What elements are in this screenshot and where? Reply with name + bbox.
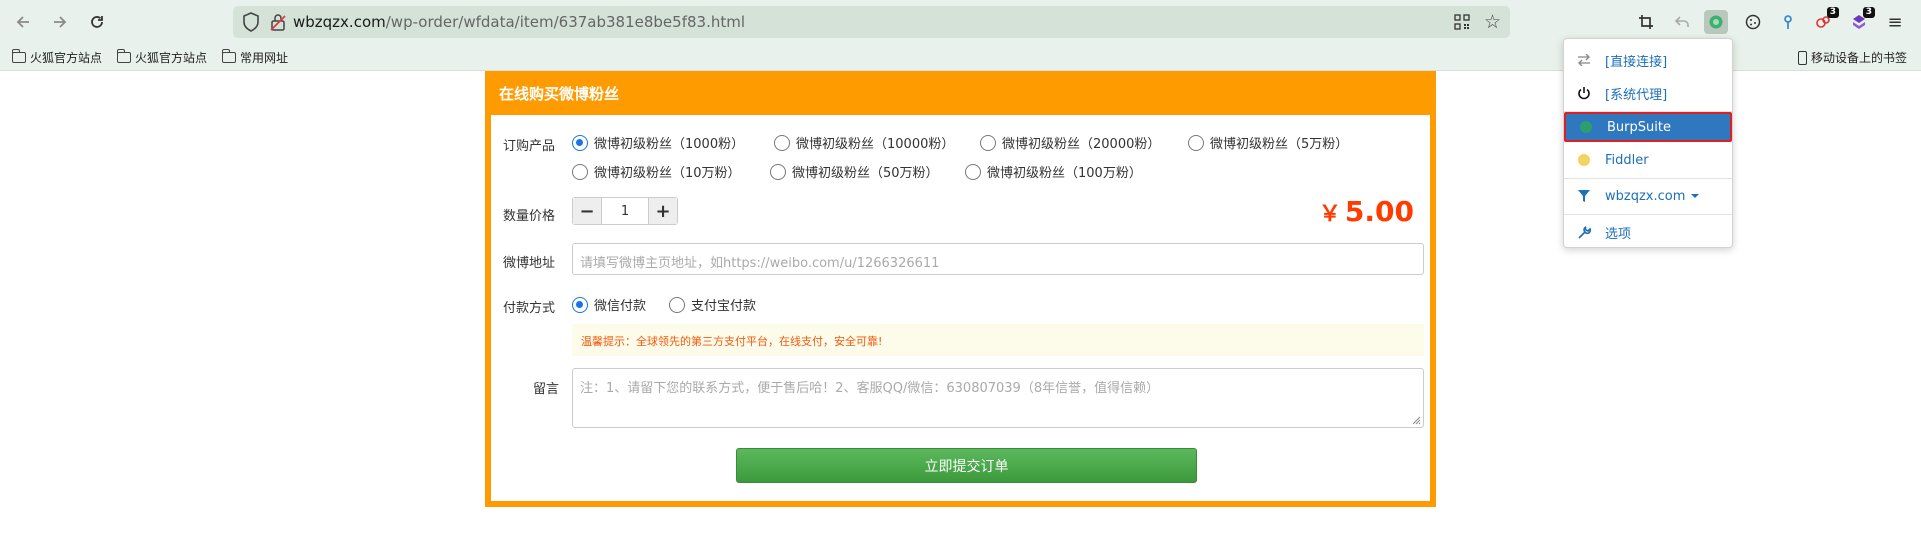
burpsuite-globe-icon <box>1577 121 1595 133</box>
address-bar[interactable]: wbzqzx.com/wp-order/wfdata/item/637ab381… <box>233 6 1510 38</box>
extension-red-icon[interactable]: 3 <box>1811 7 1839 34</box>
location-pin-icon[interactable] <box>1776 10 1800 34</box>
product-option-50w[interactable]: 微博初级粉丝（50万粉） <box>770 162 939 181</box>
qr-code-icon[interactable] <box>1454 14 1470 30</box>
menu-item-burpsuite[interactable]: BurpSuite <box>1564 112 1732 142</box>
message-label: 留言 <box>533 382 560 397</box>
undo-icon[interactable] <box>1670 10 1694 34</box>
radio[interactable] <box>572 163 588 180</box>
payment-tip: 温馨提示：全球领先的第三方支付平台，在线支付，安全可靠! <box>572 324 1424 356</box>
radio[interactable] <box>770 163 786 180</box>
menu-item-direct[interactable]: [直接连接] <box>1564 45 1732 75</box>
quantity-label: 数量价格 <box>503 209 556 224</box>
product-option-10000[interactable]: 微博初级粉丝（10000粉） <box>774 133 954 152</box>
mobile-bookmarks-label: 移动设备上的书签 <box>1811 51 1908 65</box>
menu-item-fiddler[interactable]: Fiddler <box>1564 145 1732 175</box>
submit-order-button[interactable]: 立即提交订单 <box>736 448 1197 483</box>
bookmark-label: 常用网址 <box>240 51 289 65</box>
weibo-address-input[interactable]: 请填写微博主页地址，如https://weibo.com/u/126632661… <box>572 243 1424 275</box>
extension-purple-icon[interactable]: 3 <box>1847 7 1875 34</box>
menu-separator <box>1564 178 1732 179</box>
quantity-stepper: − 1 + <box>572 197 678 225</box>
folder-icon <box>117 49 131 63</box>
radio-checked[interactable] <box>572 296 588 313</box>
extension-purple-badge: 3 <box>1862 7 1875 18</box>
product-option-100w[interactable]: 微博初级粉丝（100万粉） <box>965 162 1142 181</box>
reload-icon[interactable] <box>84 9 110 35</box>
screenshot-crop-icon[interactable] <box>1634 10 1658 34</box>
fiddler-globe-icon <box>1575 154 1593 166</box>
radio[interactable] <box>774 134 790 151</box>
product-label: 订购产品 <box>503 139 556 154</box>
quantity-input[interactable]: 1 <box>601 198 649 224</box>
url-text[interactable]: wbzqzx.com/wp-order/wfdata/item/637ab381… <box>293 13 745 31</box>
folder-icon <box>12 49 26 63</box>
proxy-dropdown-menu: [直接连接] [系统代理] BurpSuite Fiddler wbzqzx.c… <box>1563 38 1733 248</box>
increment-button[interactable]: + <box>649 198 677 224</box>
product-option-20000[interactable]: 微博初级粉丝（20000粉） <box>980 133 1160 152</box>
payment-wechat[interactable]: 微信付款 <box>572 295 646 314</box>
decrement-button[interactable]: − <box>573 198 601 224</box>
bookmark-star-icon[interactable]: ☆ <box>1484 11 1501 33</box>
menu-item-site-filter[interactable]: wbzqzx.com <box>1564 181 1732 211</box>
bookmark-folder-2[interactable]: 火狐官方站点 <box>117 49 207 66</box>
price-display: ￥ 5.00 <box>1319 195 1414 228</box>
menu-item-options[interactable]: 选项 <box>1564 217 1732 247</box>
filter-funnel-icon <box>1575 190 1593 202</box>
product-option-5w[interactable]: 微博初级粉丝（5万粉） <box>1188 133 1348 152</box>
forward-icon[interactable] <box>47 9 73 35</box>
product-option-1000[interactable]: 微博初级粉丝（1000粉） <box>572 133 744 152</box>
order-form: 在线购买微博粉丝 订购产品 微博初级粉丝（1000粉） 微博初级粉丝（10000… <box>485 71 1436 507</box>
proxy-switcher-icon[interactable] <box>1704 10 1728 34</box>
address-label: 微博地址 <box>503 256 556 271</box>
hamburger-menu-icon[interactable]: ≡ <box>1883 10 1907 34</box>
product-option-10w[interactable]: 微博初级粉丝（10万粉） <box>572 162 741 181</box>
direct-connection-icon <box>1575 54 1593 66</box>
back-icon[interactable] <box>10 9 36 35</box>
extension-red-badge: 3 <box>1826 7 1839 18</box>
message-placeholder: 注：1、请留下您的联系方式，便于售后哈！2、客服QQ/微信：630807039（… <box>580 381 1160 396</box>
form-title: 在线购买微博粉丝 <box>491 71 1430 115</box>
payment-alipay[interactable]: 支付宝付款 <box>669 295 756 314</box>
bookmark-label: 火狐官方站点 <box>30 51 103 65</box>
price-amount: 5.00 <box>1344 195 1414 228</box>
power-icon <box>1575 86 1593 100</box>
bookmark-label: 火狐官方站点 <box>135 51 208 65</box>
mobile-bookmarks[interactable]: 移动设备上的书签 <box>1798 49 1907 66</box>
bookmark-folder-1[interactable]: 火狐官方站点 <box>12 49 102 66</box>
folder-icon <box>222 49 236 63</box>
menu-item-system-proxy[interactable]: [系统代理] <box>1564 78 1732 108</box>
radio[interactable] <box>965 163 981 180</box>
chevron-down-icon <box>1691 194 1700 198</box>
bookmark-folder-3[interactable]: 常用网址 <box>222 49 288 66</box>
radio[interactable] <box>980 134 996 151</box>
price-currency: ￥ <box>1318 202 1341 227</box>
resize-grip-icon[interactable] <box>1411 415 1421 425</box>
tracking-shield-icon[interactable] <box>242 12 260 32</box>
radio-checked[interactable] <box>572 134 588 151</box>
cookie-icon[interactable] <box>1741 10 1765 34</box>
mobile-phone-icon <box>1798 50 1807 65</box>
menu-separator <box>1564 214 1732 215</box>
radio[interactable] <box>669 296 685 313</box>
wrench-icon <box>1575 225 1593 239</box>
insecure-lock-icon[interactable] <box>270 13 286 31</box>
browser-toolbar: wbzqzx.com/wp-order/wfdata/item/637ab381… <box>0 0 1921 43</box>
payment-label: 付款方式 <box>503 301 556 316</box>
radio[interactable] <box>1188 134 1204 151</box>
message-textarea[interactable]: 注：1、请留下您的联系方式，便于售后哈！2、客服QQ/微信：630807039（… <box>572 368 1424 428</box>
